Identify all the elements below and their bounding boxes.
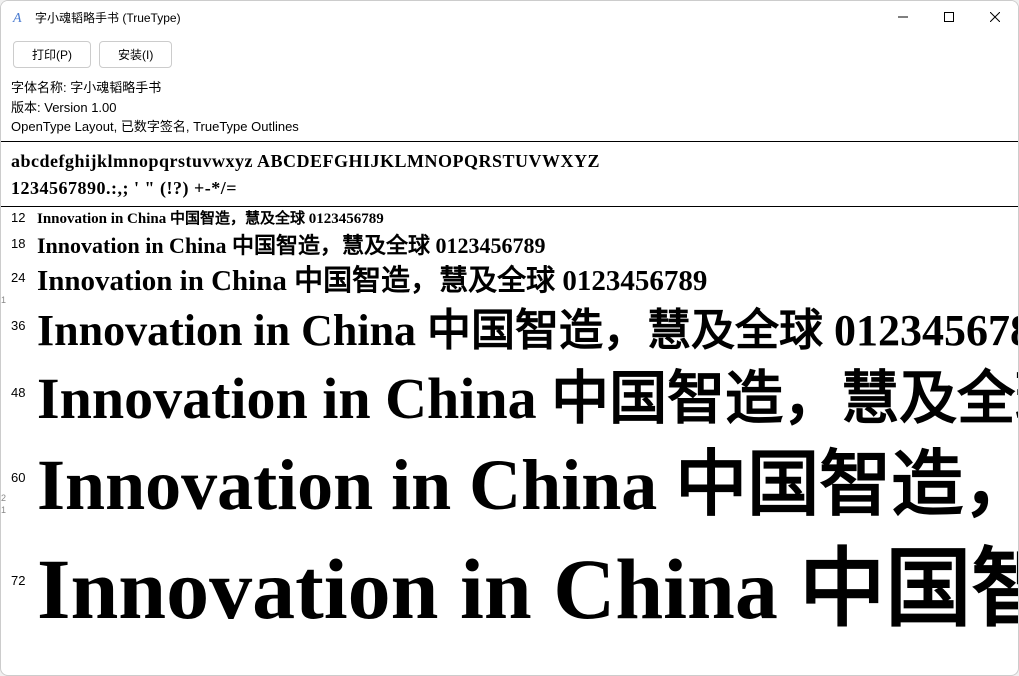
sample-row: 48Innovation in China 中国智造，慧及全球 01234567…: [1, 355, 1018, 431]
svg-text:A: A: [12, 11, 22, 25]
size-label: 36: [11, 318, 37, 333]
font-metadata: 字体名称: 字小魂韬略手书 版本: Version 1.00 OpenType …: [1, 76, 1018, 142]
sample-row: 12Innovation in China 中国智造，慧及全球 01234567…: [1, 207, 1018, 229]
titlebar: A 字小魂韬略手书 (TrueType): [1, 1, 1018, 33]
sample-list: 12Innovation in China 中国智造，慧及全球 01234567…: [1, 207, 1018, 637]
maximize-button[interactable]: [926, 1, 972, 33]
toolbar: 打印(P) 安装(I): [1, 33, 1018, 76]
sample-row: 18Innovation in China 中国智造，慧及全球 01234567…: [1, 229, 1018, 259]
size-label: 24: [11, 270, 37, 285]
sample-text: Innovation in China 中国智造，慧及全球 0123456789: [37, 297, 1018, 355]
font-preview-window: A 字小魂韬略手书 (TrueType) 打印(P) 安装(I) 字体名称: 字…: [0, 0, 1019, 676]
close-button[interactable]: [972, 1, 1018, 33]
print-button[interactable]: 打印(P): [13, 41, 91, 68]
window-title: 字小魂韬略手书 (TrueType): [35, 9, 880, 26]
minimize-button[interactable]: [880, 1, 926, 33]
size-label: 48: [11, 385, 37, 400]
glyphs-numeric: 1234567890.:,; ' " (!?) +-*/=: [11, 175, 1008, 202]
content-area: 字体名称: 字小魂韬略手书 版本: Version 1.00 OpenType …: [1, 76, 1018, 675]
font-name-row: 字体名称: 字小魂韬略手书: [11, 78, 1008, 98]
window-controls: [880, 1, 1018, 33]
sample-text: Innovation in China 中国智造，慧及全球 0123456789: [37, 259, 707, 297]
glyph-panel: abcdefghijklmnopqrstuvwxyz ABCDEFGHIJKLM…: [1, 142, 1018, 207]
font-features-row: OpenType Layout, 已数字签名, TrueType Outline…: [11, 117, 1008, 137]
sample-text: Innovation in China 中国智造，慧及全球 0123456789: [37, 229, 546, 259]
size-label: 72: [11, 573, 37, 588]
sample-row: 36Innovation in China 中国智造，慧及全球 01234567…: [1, 297, 1018, 355]
sample-text: Innovation in China 中国智造，慧及全球 0123456789: [37, 431, 1018, 525]
size-label: 12: [11, 210, 37, 225]
sample-text: Innovation in China 中国智造，慧及全球 0123456789: [37, 355, 1018, 431]
sample-row: 60Innovation in China 中国智造，慧及全球 01234567…: [1, 431, 1018, 525]
glyphs-alpha: abcdefghijklmnopqrstuvwxyz ABCDEFGHIJKLM…: [11, 148, 1008, 175]
sample-text: Innovation in China 中国智造，慧及全球 0123456789: [37, 207, 384, 228]
sample-row: 24Innovation in China 中国智造，慧及全球 01234567…: [1, 259, 1018, 297]
sample-row: 72Innovation in China 中国智造，慧及全球 01234567…: [1, 525, 1018, 637]
size-label: 18: [11, 236, 37, 251]
font-version-row: 版本: Version 1.00: [11, 98, 1008, 118]
install-button[interactable]: 安装(I): [99, 41, 172, 68]
sample-text: Innovation in China 中国智造，慧及全球 0123456789: [37, 525, 1018, 637]
size-label: 60: [11, 470, 37, 485]
app-icon: A: [11, 9, 27, 25]
